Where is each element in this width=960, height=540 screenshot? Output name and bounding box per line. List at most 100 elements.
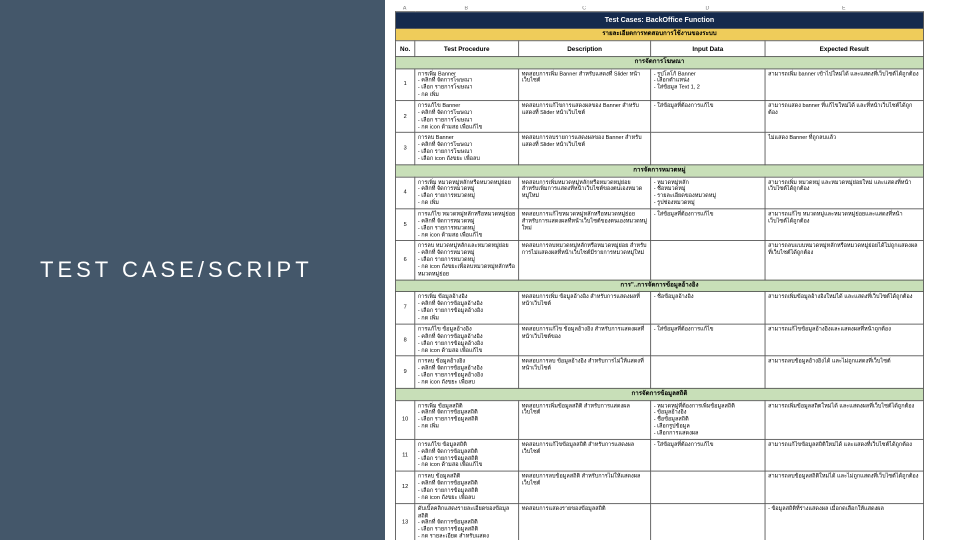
cell-proc: การเพิ่ม หมวดหมู่หลักหรือหมวดหมู่ย่อย - … xyxy=(415,177,519,209)
cell-no: 5 xyxy=(395,209,414,241)
cell-desc: ทดสอบการแสดงรายของข้อมูลสถิติ xyxy=(519,503,651,540)
cell-desc: ทดสอบการเพิ่ม Banner สำหรับแสดงที่ Slide… xyxy=(519,68,651,100)
cell-input xyxy=(651,503,765,540)
head-expected: Expected Result xyxy=(765,41,923,57)
cell-input xyxy=(651,133,765,165)
cell-desc: ทดสอบการลบรายการแสดงผลของ Banner สำหรับแ… xyxy=(519,133,651,165)
table-row: 4 การเพิ่ม หมวดหมู่หลักหรือหมวดหมู่ย่อย … xyxy=(395,177,923,209)
cell-input xyxy=(651,241,765,280)
cell-expect: - ข้อมูลสถิติที่ร่างแสดงผล เมื่อกดเลือกใ… xyxy=(765,503,923,540)
cell-proc: การลบ หมวดหมู่หลักและหมวดหมู่ย่อย - คลิก… xyxy=(415,241,519,280)
cell-expect: สามารถแก้ไข หมวดหมู่และหมวดหมู่ย่อยและแส… xyxy=(765,209,923,241)
cell-desc: ทดสอบการแก้ไข ข้อมูลอ้างอิง สำหรับการแสด… xyxy=(519,324,651,356)
cell-expect: สามารถลบแบบหมวดหมู่หลักหรือหมวดหมู่ย่อยไ… xyxy=(765,241,923,280)
cell-no: 10 xyxy=(395,400,414,439)
head-description: Description xyxy=(519,41,651,57)
cell-expect: สามารถลบข้อมูลสถิติใหม่ได้ และไม่ถูกแสดง… xyxy=(765,471,923,503)
cell-input: - ชื่อข้อมูลอ้างอิง xyxy=(651,292,765,324)
cell-desc: ทดสอบการแก้ไขหมวดหมู่หลักหรือหมวดหมู่ย่อ… xyxy=(519,209,651,241)
cell-input: - ใส่ข้อมูลที่ต้องการแก้ไข xyxy=(651,324,765,356)
section-category: การจัดการหมวดหมู่ xyxy=(395,165,923,177)
cell-proc: ดับเบิ้ลคลิกแสดงรายละเอียดของข้อมูลสถิติ… xyxy=(415,503,519,540)
table-row: 9 การลบ ข้อมูลอ้างอิง - คลิกที่ จัดการข้… xyxy=(395,356,923,388)
title-row: Test Cases: BackOffice Function xyxy=(395,12,923,29)
section-label: การ"..การจัดการข้อมูลอ้างอิง xyxy=(395,280,923,292)
cell-no: 12 xyxy=(395,471,414,503)
cell-expect: สามารถแก้ไขข้อมูลสถิติใหม่ได้ และแสดงที่… xyxy=(765,439,923,471)
section-banner: การจัดการโฆษณา xyxy=(395,56,923,68)
table-row: 1 การเพิ่ม Banner - คลิกที่ จัดการโฆษณา … xyxy=(395,68,923,100)
cell-proc: การแก้ไข ข้อมูลอ้างอิง - คลิกที่ จัดการข… xyxy=(415,324,519,356)
table-subtitle: รายละเอียดการทดสอบการใช้งานของระบบ xyxy=(395,28,923,40)
table-row: 11 การแก้ไข ข้อมูลสถิติ - คลิกที่ จัดการ… xyxy=(395,439,923,471)
cell-proc: การลบ ข้อมูลอ้างอิง - คลิกที่ จัดการข้อม… xyxy=(415,356,519,388)
left-panel: TEST CASE/SCRIPT xyxy=(0,0,385,540)
cell-desc: ทดสอบการแก้ไขข้อมูลสถิติ สำหรับการแสดงผล… xyxy=(519,439,651,471)
cell-expect: สามารถเพิ่ม banner เข้าไปใหม่ได้ และแสดง… xyxy=(765,68,923,100)
table-row: 10 การเพิ่ม ข้อมูลสถิติ - คลิกที่ จัดการ… xyxy=(395,400,923,439)
cell-desc: ทดสอบการลบข้อมูลสถิติ สำหรับการไม่ให้แสด… xyxy=(519,471,651,503)
table-row: 13 ดับเบิ้ลคลิกแสดงรายละเอียดของข้อมูลสถ… xyxy=(395,503,923,540)
section-label: การจัดการข้อมูลสถิติ xyxy=(395,388,923,400)
section-label: การจัดการโฆษณา xyxy=(395,56,923,68)
cell-desc: ทดสอบการเพิ่มหมวดหมู่หลักหรือหมวดหมู่ย่อ… xyxy=(519,177,651,209)
right-panel: A B C D E Test Cases: BackOffice Functio… xyxy=(385,0,960,540)
cell-no: 11 xyxy=(395,439,414,471)
cell-input: - รูปโลโก้ Banner - เลือกตำแหน่ง - ใส่ข้… xyxy=(651,68,765,100)
table-title: Test Cases: BackOffice Function xyxy=(395,12,923,29)
head-no: No. xyxy=(395,41,414,57)
cell-input: - ใส่ข้อมูลที่ต้องการแก้ไข xyxy=(651,101,765,133)
cell-input: - หมวดหมู่ที่ต้องการเพิ่มข้อมูลสถิติ - ข… xyxy=(651,400,765,439)
cell-no: 6 xyxy=(395,241,414,280)
table-row: 5 การแก้ไข หมวดหมู่หลักหรือหมวดหมู่ย่อย … xyxy=(395,209,923,241)
subtitle-row: รายละเอียดการทดสอบการใช้งานของระบบ xyxy=(395,28,923,40)
slide-title: TEST CASE/SCRIPT xyxy=(40,257,313,283)
table-row: 2 การแก้ไข Banner - คลิกที่ จัดการโฆษณา … xyxy=(395,101,923,133)
cell-desc: ทดสอบการลบหมวดหมู่หลักหรือหมวดหมู่ย่อย ส… xyxy=(519,241,651,280)
table-row: 12 การลบ ข้อมูลสถิติ - คลิกที่ จัดการข้อ… xyxy=(395,471,923,503)
table-row: 3 การลบ Banner - คลิกที่ จัดการโฆษณา - เ… xyxy=(395,133,923,165)
cell-proc: การเพิ่ม ข้อมูลสถิติ - คลิกที่ จัดการข้อ… xyxy=(415,400,519,439)
cell-no: 2 xyxy=(395,101,414,133)
cell-input: - หมวดหมู่หลัก - ชื่อหมวดหมู่ - รายละเอี… xyxy=(651,177,765,209)
table-row: 6 การลบ หมวดหมู่หลักและหมวดหมู่ย่อย - คล… xyxy=(395,241,923,280)
cell-desc: ทดสอบการเพิ่มข้อมูลสถิติ สำหรับการแสดงผล… xyxy=(519,400,651,439)
col-B: B xyxy=(414,6,518,11)
table-row: 7 การเพิ่ม ข้อมูลอ้างอิง - คลิกที่ จัดกา… xyxy=(395,292,923,324)
cell-expect: สามารถเพิ่มข้อมูลสถิตใหม่ได้ และแสดงผลที… xyxy=(765,400,923,439)
head-procedure: Test Procedure xyxy=(415,41,519,57)
col-E: E xyxy=(765,6,923,11)
cell-expect: สามารถลบข้อมูลอ้างอิงได้ และไม่ถูกแสดงที… xyxy=(765,356,923,388)
section-label: การจัดการหมวดหมู่ xyxy=(395,165,923,177)
cell-no: 3 xyxy=(395,133,414,165)
head-input: Input Data xyxy=(651,41,765,57)
cell-input xyxy=(651,471,765,503)
col-A: A xyxy=(395,6,414,11)
spreadsheet: A B C D E Test Cases: BackOffice Functio… xyxy=(395,6,958,540)
cell-proc: การลบ Banner - คลิกที่ จัดการโฆษณา - เลื… xyxy=(415,133,519,165)
slide: TEST CASE/SCRIPT A B C D E Test Cases: B… xyxy=(0,0,960,540)
cell-proc: การลบ ข้อมูลสถิติ - คลิกที่ จัดการข้อมูล… xyxy=(415,471,519,503)
col-D: D xyxy=(650,6,764,11)
cell-no: 9 xyxy=(395,356,414,388)
cell-no: 8 xyxy=(395,324,414,356)
cell-desc: ทดสอบการลบ ข้อมูลอ้างอิง สำหรับการไม่ให้… xyxy=(519,356,651,388)
cell-no: 1 xyxy=(395,68,414,100)
cell-no: 7 xyxy=(395,292,414,324)
cell-no: 4 xyxy=(395,177,414,209)
table-row: 8 การแก้ไข ข้อมูลอ้างอิง - คลิกที่ จัดกา… xyxy=(395,324,923,356)
cell-proc: การแก้ไข หมวดหมู่หลักหรือหมวดหมู่ย่อย - … xyxy=(415,209,519,241)
cell-expect: สามารถแก้ไขข้อมูลอ้างอิงและแสดงผลที่หน้า… xyxy=(765,324,923,356)
section-reference: การ"..การจัดการข้อมูลอ้างอิง xyxy=(395,280,923,292)
cell-expect: สามารถเพิ่ม หมวดหมู่ และหมวดหมู่ย่อยใหม่… xyxy=(765,177,923,209)
cell-proc: การแก้ไข ข้อมูลสถิติ - คลิกที่ จัดการข้อ… xyxy=(415,439,519,471)
col-C: C xyxy=(518,6,650,11)
section-statistics: การจัดการข้อมูลสถิติ xyxy=(395,388,923,400)
testcase-table: Test Cases: BackOffice Function รายละเอี… xyxy=(395,11,924,540)
header-row: No. Test Procedure Description Input Dat… xyxy=(395,41,923,57)
column-letters: A B C D E xyxy=(395,6,958,11)
cell-input: - ใส่ข้อมูลที่ต้องการแก้ไข xyxy=(651,209,765,241)
cell-input xyxy=(651,356,765,388)
cell-input: - ใส่ข้อมูลที่ต้องการแก้ไข xyxy=(651,439,765,471)
cell-proc: การแก้ไข Banner - คลิกที่ จัดการโฆษณา - … xyxy=(415,101,519,133)
